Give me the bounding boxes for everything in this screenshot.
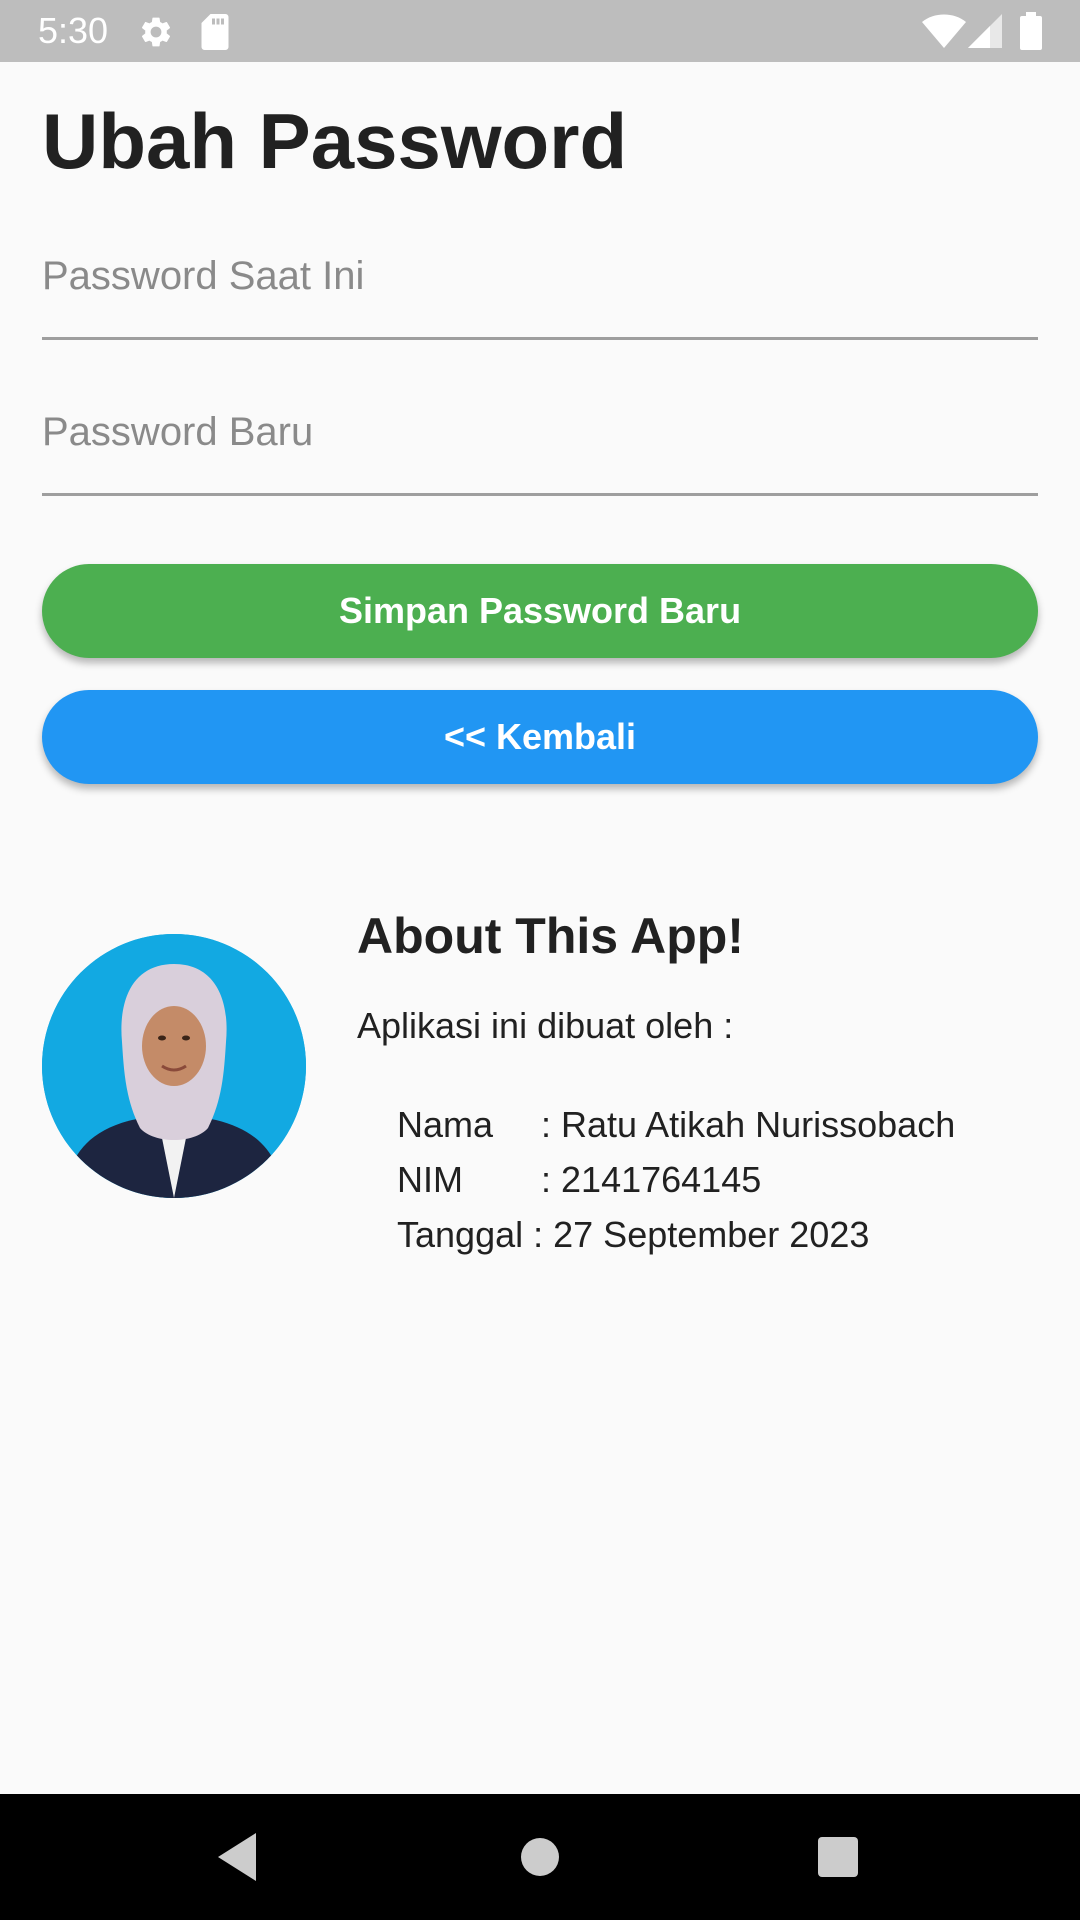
- about-tanggal-row: Tanggal : 27 September 2023: [357, 1169, 869, 1301]
- new-password-input[interactable]: [42, 410, 1038, 455]
- avatar: [42, 934, 306, 1198]
- app-screen: 5:30 Ubah Password Simpan Password Baru …: [0, 0, 1080, 1920]
- recents-icon[interactable]: [806, 1825, 870, 1889]
- save-password-button[interactable]: Simpan Password Baru: [42, 564, 1038, 658]
- battery-icon: [1020, 12, 1042, 50]
- wifi-icon: [922, 14, 966, 48]
- status-time: 5:30: [38, 10, 109, 51]
- tanggal-value: : 27 September 2023: [523, 1214, 870, 1255]
- signal-icon: [968, 14, 1002, 48]
- sd-card-icon: [201, 14, 229, 50]
- gear-icon: [141, 17, 171, 47]
- home-icon[interactable]: [508, 1825, 572, 1889]
- back-icon[interactable]: [208, 1825, 272, 1889]
- tanggal-label: Tanggal: [397, 1214, 524, 1255]
- status-bar: 5:30: [0, 0, 1080, 62]
- page-title: Ubah Password: [42, 97, 628, 185]
- navigation-bar: [0, 1794, 1080, 1920]
- back-button[interactable]: << Kembali: [42, 690, 1038, 784]
- new-password-field[interactable]: [42, 386, 1038, 496]
- current-password-field[interactable]: [42, 230, 1038, 340]
- profile-photo: [42, 934, 306, 1198]
- about-title: About This App!: [357, 908, 744, 964]
- current-password-input[interactable]: [42, 254, 1038, 299]
- about-intro: Aplikasi ini dibuat oleh :: [357, 1005, 734, 1046]
